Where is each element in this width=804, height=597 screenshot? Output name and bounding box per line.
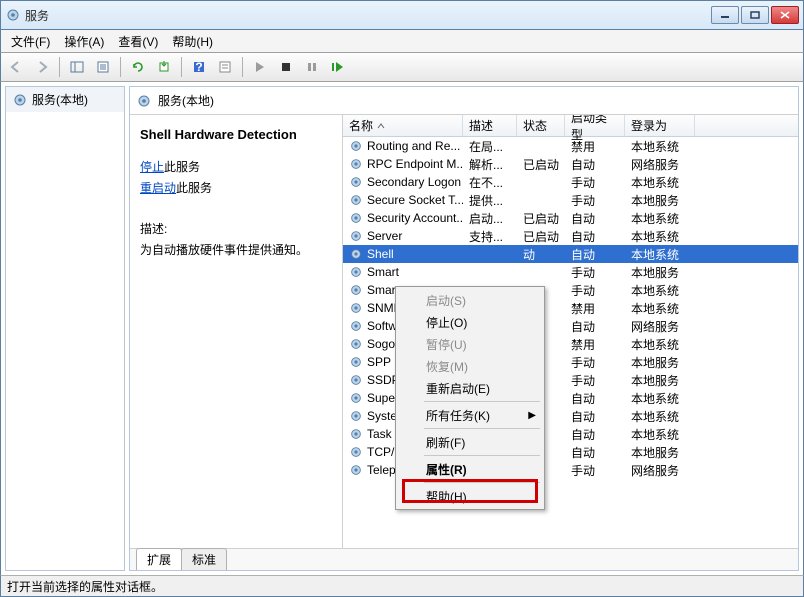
col-startup-type[interactable]: 启动类型 xyxy=(565,115,625,136)
ctx-start[interactable]: 启动(S) xyxy=(398,289,542,311)
table-row[interactable]: RPC Endpoint M...解析...已启动自动网络服务 xyxy=(343,155,798,173)
description-label: 描述: xyxy=(140,220,332,237)
export-list-button[interactable] xyxy=(92,56,114,78)
help-button[interactable]: ? xyxy=(188,56,210,78)
ctx-properties[interactable]: 属性(R) xyxy=(398,458,542,480)
list-header: 名称 描述 状态 启动类型 登录为 xyxy=(343,115,798,137)
ctx-pause[interactable]: 暂停(U) xyxy=(398,333,542,355)
tree-root-node[interactable]: 服务(本地) xyxy=(6,87,124,112)
restart-link[interactable]: 重启动 xyxy=(140,181,176,195)
maximize-button[interactable] xyxy=(741,6,769,24)
table-row[interactable]: Shell动自动本地系统 xyxy=(343,245,798,263)
title-bar: 服务 xyxy=(0,0,804,30)
table-row[interactable]: Secure Socket T...提供...手动本地服务 xyxy=(343,191,798,209)
sort-asc-icon xyxy=(377,122,385,130)
properties-button[interactable] xyxy=(214,56,236,78)
ctx-refresh[interactable]: 刷新(F) xyxy=(398,431,542,453)
submenu-arrow-icon: ▶ xyxy=(528,410,536,421)
table-row[interactable]: Smart手动本地服务 xyxy=(343,263,798,281)
ctx-stop[interactable]: 停止(O) xyxy=(398,311,542,333)
toolbar: ? xyxy=(0,52,804,82)
col-logon-as[interactable]: 登录为 xyxy=(625,115,695,136)
minimize-button[interactable] xyxy=(711,6,739,24)
menu-action[interactable]: 操作(A) xyxy=(58,31,110,52)
detail-pane: Shell Hardware Detection 停止此服务 重启动此服务 描述… xyxy=(130,115,342,548)
right-pane-header: 服务(本地) xyxy=(130,87,798,115)
col-name[interactable]: 名称 xyxy=(343,115,463,136)
refresh-button[interactable] xyxy=(127,56,149,78)
restart-service-button[interactable] xyxy=(327,56,349,78)
menu-help[interactable]: 帮助(H) xyxy=(166,31,219,52)
gear-icon xyxy=(136,93,152,109)
col-status[interactable]: 状态 xyxy=(517,115,565,136)
ctx-all-tasks[interactable]: 所有任务(K)▶ xyxy=(398,404,542,426)
description-text: 为自动播放硬件事件提供通知。 xyxy=(140,241,332,258)
ctx-restart[interactable]: 重新启动(E) xyxy=(398,377,542,399)
col-description[interactable]: 描述 xyxy=(463,115,517,136)
export-button[interactable] xyxy=(153,56,175,78)
table-row[interactable]: Routing and Re...在局...禁用本地系统 xyxy=(343,137,798,155)
menu-view[interactable]: 查看(V) xyxy=(112,31,164,52)
tree-root-label: 服务(本地) xyxy=(32,91,88,108)
menu-bar: 文件(F) 操作(A) 查看(V) 帮助(H) xyxy=(0,30,804,52)
stop-service-button[interactable] xyxy=(275,56,297,78)
status-bar: 打开当前选择的属性对话框。 xyxy=(0,575,804,597)
app-icon xyxy=(5,7,21,23)
ctx-help[interactable]: 帮助(H) xyxy=(398,485,542,507)
close-button[interactable] xyxy=(771,6,799,24)
table-row[interactable]: Server支持...已启动自动本地系统 xyxy=(343,227,798,245)
svg-text:?: ? xyxy=(195,60,202,74)
service-name: Shell Hardware Detection xyxy=(140,127,332,142)
view-tabs: 扩展 标准 xyxy=(130,548,798,570)
context-menu: 启动(S) 停止(O) 暂停(U) 恢复(M) 重新启动(E) 所有任务(K)▶… xyxy=(395,286,545,510)
stop-link[interactable]: 停止 xyxy=(140,160,164,174)
show-hide-tree-button[interactable] xyxy=(66,56,88,78)
start-service-button[interactable] xyxy=(249,56,271,78)
back-button[interactable] xyxy=(5,56,27,78)
window-title: 服务 xyxy=(25,7,711,24)
tree-pane: 服务(本地) xyxy=(5,86,125,571)
gear-icon xyxy=(12,92,28,108)
right-pane-title: 服务(本地) xyxy=(158,92,214,109)
tab-extended[interactable]: 扩展 xyxy=(136,548,182,570)
status-text: 打开当前选择的属性对话框。 xyxy=(7,578,163,595)
table-row[interactable]: Security Account...启动...已启动自动本地系统 xyxy=(343,209,798,227)
ctx-resume[interactable]: 恢复(M) xyxy=(398,355,542,377)
table-row[interactable]: Secondary Logon在不...手动本地系统 xyxy=(343,173,798,191)
menu-file[interactable]: 文件(F) xyxy=(5,31,56,52)
tab-standard[interactable]: 标准 xyxy=(181,548,227,570)
forward-button[interactable] xyxy=(31,56,53,78)
pause-service-button[interactable] xyxy=(301,56,323,78)
